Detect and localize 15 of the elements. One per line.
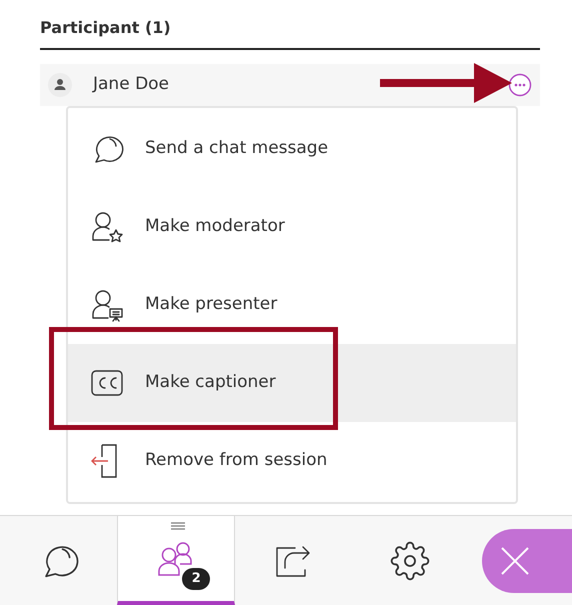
close-button[interactable] — [482, 528, 572, 592]
gear-icon — [390, 540, 430, 580]
count-badge: 2 — [182, 568, 210, 590]
person-icon — [48, 73, 72, 97]
participant-name: Jane Doe — [93, 73, 170, 96]
tab[interactable]: 2 — [117, 516, 235, 605]
panel-title: Participant (1) — [40, 16, 540, 50]
more-options-icon[interactable] — [508, 73, 532, 97]
closed-captions-icon — [90, 368, 124, 398]
user-star-icon — [90, 210, 124, 244]
close-icon — [500, 546, 530, 576]
menu-item[interactable]: Make captioner — [68, 344, 516, 422]
drag-handle-icon[interactable] — [171, 522, 186, 530]
participant-row[interactable]: Jane Doe — [40, 64, 540, 106]
user-easel-icon — [90, 288, 124, 322]
